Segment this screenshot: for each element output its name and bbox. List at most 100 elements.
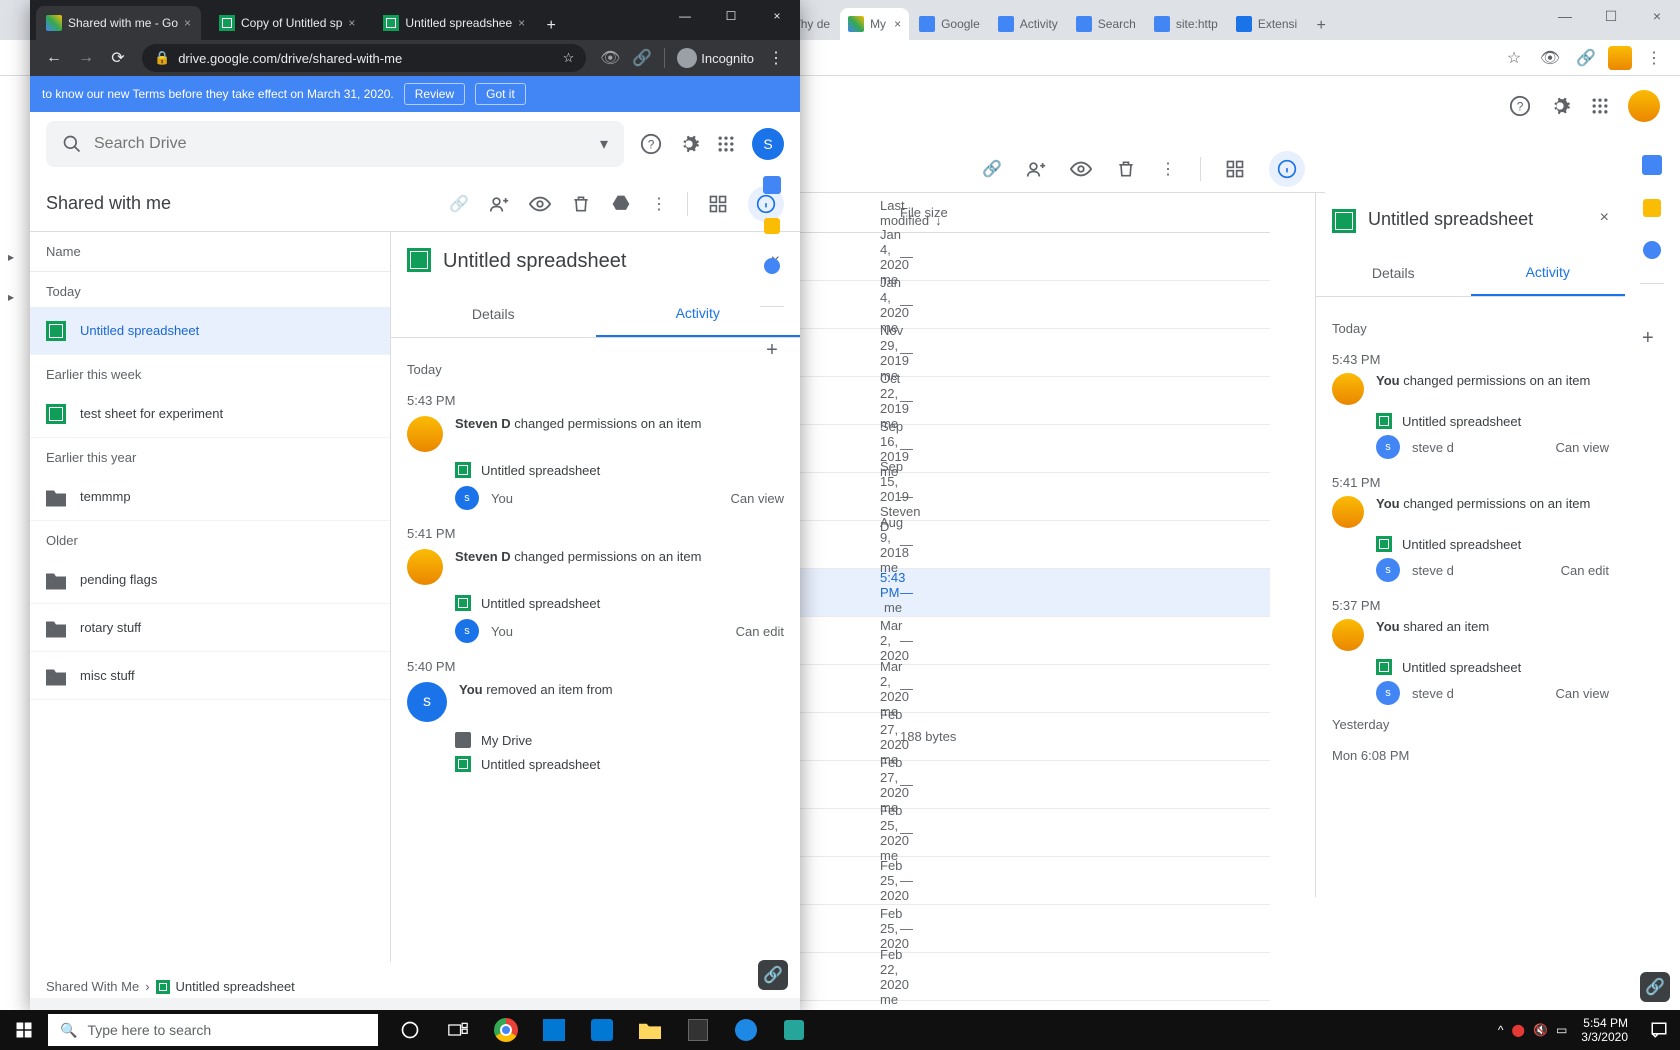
calendar-icon[interactable] [763,176,781,194]
add-icon[interactable]: + [1642,327,1662,347]
col-size-header[interactable]: File size [900,205,948,220]
help-icon[interactable]: ? [1508,94,1532,118]
tray-chevron-icon[interactable]: ^ [1498,1023,1504,1037]
tasks-icon[interactable] [1643,241,1661,259]
tray-security-icon[interactable]: ⬤ [1512,1023,1525,1037]
file-row[interactable]: test sheet for experiment [30,390,390,438]
search-input-wrapper[interactable]: ▾ [46,121,624,167]
fg-maximize-button[interactable]: ☐ [708,0,754,32]
bg-profile-avatar[interactable] [1628,90,1660,122]
menu-icon[interactable]: ⋮ [1640,44,1668,72]
fg-tab[interactable]: Untitled spreadshee× [373,6,535,40]
bg-maximize-button[interactable]: ☐ [1588,0,1634,32]
bg-tab[interactable]: Google [911,8,988,40]
tab-activity[interactable]: Activity [1471,249,1626,296]
gear-icon[interactable] [1548,94,1572,118]
calculator-taskbar-icon[interactable] [674,1010,722,1050]
link-icon[interactable]: 🔗 [1572,44,1600,72]
bg-tab[interactable]: Search [1068,8,1144,40]
forward-button[interactable]: → [72,44,100,72]
start-button[interactable] [0,1010,48,1050]
file-row[interactable]: misc stuff [30,652,390,700]
help-icon[interactable]: ? [640,133,662,155]
taskbar-search[interactable]: 🔍Type here to search [48,1014,378,1046]
preview-icon[interactable] [1070,158,1092,180]
file-row[interactable]: temmmp [30,473,390,521]
bg-tab-active[interactable]: My× [840,8,909,40]
fg-tab[interactable]: Copy of Untitled sp× [209,6,365,40]
bg-sidebar-toggle[interactable]: ▸ [8,250,14,264]
link-icon[interactable]: 🔗 [449,194,469,214]
trash-icon[interactable] [1116,159,1136,179]
share-icon[interactable] [1026,159,1046,179]
fg-link-fab[interactable]: 🔗 [758,960,788,990]
file-row[interactable]: Untitled spreadsheet [30,307,390,355]
store-taskbar-icon[interactable] [530,1010,578,1050]
explorer-taskbar-icon[interactable] [626,1010,674,1050]
tray-volume-icon[interactable]: 🔇 [1533,1023,1548,1037]
close-tab-icon[interactable]: × [184,16,191,30]
calendar-icon[interactable] [1642,155,1662,175]
url-bar[interactable]: 🔒drive.google.com/drive/shared-with-me☆ [142,44,586,72]
search-dropdown-icon[interactable]: ▾ [600,134,608,154]
back-button[interactable]: ← [40,44,68,72]
drive-icon[interactable] [611,194,631,214]
file-row[interactable]: rotary stuff [30,604,390,652]
menu-icon[interactable]: ⋮ [762,44,790,72]
grid-view-icon[interactable] [1225,159,1245,179]
close-icon[interactable]: × [1600,209,1609,227]
bg-link-fab[interactable]: 🔗 [1640,972,1670,1002]
review-button[interactable]: Review [404,83,465,105]
profile-icon[interactable] [1608,46,1632,70]
taskbar-clock[interactable]: 5:54 PM3/3/2020 [1571,1016,1638,1045]
horizontal-scrollbar[interactable] [30,998,800,1010]
reload-button[interactable]: ⟳ [104,44,132,72]
keep-icon[interactable] [1643,199,1661,217]
bg-close-button[interactable]: × [1634,0,1680,32]
tasks-icon[interactable] [764,258,780,274]
link-icon[interactable]: 🔗 [982,159,1002,179]
fg-profile-avatar[interactable]: S [752,128,784,160]
gotit-button[interactable]: Got it [475,83,526,105]
bg-sidebar-toggle[interactable]: ▸ [8,290,14,304]
cortana-icon[interactable] [386,1010,434,1050]
preview-icon[interactable] [529,193,551,215]
eye-icon[interactable]: 👁 [1536,44,1564,72]
breadcrumb-root[interactable]: Shared With Me [46,979,139,994]
bg-tab[interactable]: site:http [1146,8,1226,40]
info-icon[interactable] [1269,151,1305,187]
tray-battery-icon[interactable]: ▭ [1556,1023,1567,1037]
edge-taskbar-icon[interactable] [578,1010,626,1050]
tab-details[interactable]: Details [391,290,596,337]
task-view-icon[interactable] [434,1010,482,1050]
file-row[interactable]: pending flags [30,556,390,604]
search-input[interactable] [94,135,600,153]
apps-icon[interactable] [716,134,736,154]
bg-tab[interactable]: Extensi [1228,8,1305,40]
keep-icon[interactable] [764,218,780,234]
link-icon[interactable]: 🔗 [628,44,656,72]
add-icon[interactable]: + [766,339,778,362]
fg-minimize-button[interactable]: — [662,0,708,32]
bg-tab[interactable]: Activity [990,8,1066,40]
col-name-header[interactable]: Name [30,232,390,272]
apps-icon[interactable] [1588,94,1612,118]
eye-icon[interactable]: 👁 [596,44,624,72]
star-icon[interactable]: ☆ [563,50,575,66]
close-tab-icon[interactable]: × [518,16,525,30]
chrome-taskbar-icon[interactable] [482,1010,530,1050]
notification-center-icon[interactable] [1638,1010,1680,1050]
tab-details[interactable]: Details [1316,249,1471,296]
share-icon[interactable] [489,194,509,214]
star-icon[interactable]: ☆ [1500,44,1528,72]
more-icon[interactable]: ⋮ [1160,159,1176,179]
grid-view-icon[interactable] [708,194,728,214]
trash-icon[interactable] [571,194,591,214]
fg-new-tab-button[interactable]: + [537,12,565,40]
bg-minimize-button[interactable]: — [1542,0,1588,32]
bg-new-tab-button[interactable]: + [1307,12,1335,40]
app-taskbar-icon[interactable] [770,1010,818,1050]
more-icon[interactable]: ⋮ [651,194,667,214]
gear-icon[interactable] [678,133,700,155]
ie-taskbar-icon[interactable] [722,1010,770,1050]
